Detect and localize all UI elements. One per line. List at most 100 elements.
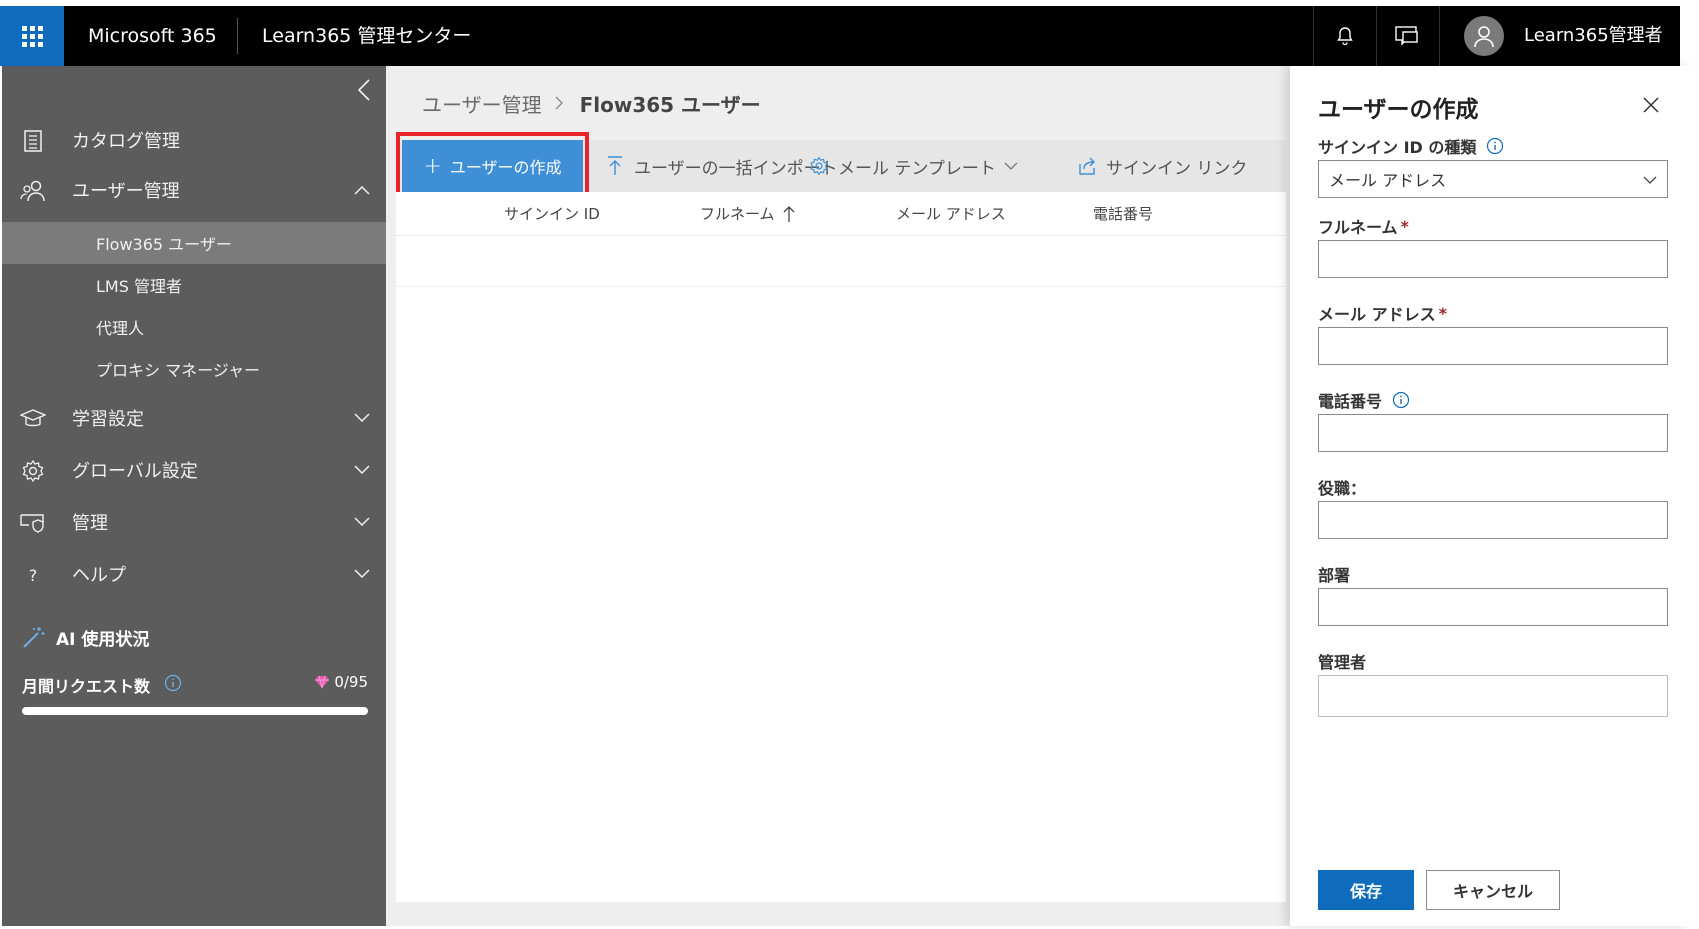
notifications-button[interactable]: [1316, 6, 1374, 66]
create-user-panel: ユーザーの作成 サインイン ID の種類 メール アドレス フルネーム * メール…: [1290, 66, 1690, 926]
sidebar-subitem-flow365-users[interactable]: Flow365 ユーザー: [2, 222, 386, 264]
monthly-requests-row: 月間リクエスト数 0/95: [22, 671, 368, 697]
save-button[interactable]: 保存: [1318, 870, 1414, 910]
fullname-label: フルネーム *: [1318, 214, 1409, 238]
column-header-signin-id[interactable]: サインイン ID: [504, 192, 600, 236]
sidebar-item-global-settings[interactable]: グローバル設定: [2, 444, 386, 496]
chevron-right-icon: [554, 96, 568, 110]
role-input[interactable]: [1319, 502, 1667, 538]
chevron-down-icon: [354, 514, 370, 530]
share-icon: [1076, 155, 1098, 177]
highlight-box: [396, 132, 589, 200]
mail-template-button[interactable]: メール テンプレート: [808, 140, 1018, 192]
ai-usage-section: AI 使用状況: [22, 622, 149, 652]
account-name[interactable]: Learn365管理者: [1524, 6, 1663, 66]
graduation-cap-icon: [20, 406, 46, 432]
app-root: Microsoft 365 Learn365 管理センター Learn365管理…: [0, 0, 1699, 929]
sidebar-subitem-label: 代理人: [96, 319, 145, 338]
sidebar-item-learning-settings[interactable]: 学習設定: [2, 392, 386, 444]
column-header-label: 電話番号: [1093, 205, 1154, 223]
department-input[interactable]: [1319, 589, 1667, 625]
main-content: ユーザー管理 Flow365 ユーザー + ユーザーの作成 ユーザーの一括インポ…: [386, 66, 1290, 926]
department-field[interactable]: [1318, 588, 1668, 626]
table-row: [396, 237, 1286, 287]
signin-type-value: メール アドレス: [1329, 171, 1447, 190]
sort-ascending-icon: [783, 206, 795, 222]
sidebar-item-help[interactable]: ? ヘルプ: [2, 548, 386, 600]
sidebar-item-label: グローバル設定: [72, 461, 198, 482]
upload-icon: [604, 155, 626, 177]
question-icon: ?: [28, 565, 38, 585]
fullname-input[interactable]: [1319, 241, 1667, 277]
sidebar-subitem-lms-admins[interactable]: LMS 管理者: [2, 264, 386, 306]
field-label-text: サインイン ID の種類: [1318, 138, 1477, 157]
users-icon: [20, 178, 46, 204]
email-field[interactable]: [1318, 327, 1668, 365]
sidebar-subitem-label: LMS 管理者: [96, 277, 182, 296]
role-field[interactable]: [1318, 501, 1668, 539]
column-header-label: フルネーム: [700, 205, 775, 223]
sidebar-subitem-proxy-managers[interactable]: プロキシ マネージャー: [2, 348, 386, 390]
app-launcher-button[interactable]: [0, 6, 64, 66]
field-label-text: 電話番号: [1318, 392, 1383, 411]
sidebar-item-label: 学習設定: [72, 409, 144, 430]
bell-icon: [1337, 27, 1353, 46]
bulk-import-button[interactable]: ユーザーの一括インポート: [604, 140, 838, 192]
signin-type-select[interactable]: メール アドレス: [1318, 160, 1668, 198]
feedback-button[interactable]: [1378, 6, 1436, 66]
phone-label: 電話番号: [1318, 388, 1410, 412]
column-header-label: サインイン ID: [504, 205, 600, 223]
sidebar-item-users[interactable]: ユーザー管理: [2, 164, 386, 216]
monthly-requests-label: 月間リクエスト数: [22, 677, 151, 696]
fullname-field[interactable]: [1318, 240, 1668, 278]
signin-link-button[interactable]: サインイン リンク: [1076, 140, 1247, 192]
ai-usage-label: AI 使用状況: [56, 629, 150, 650]
field-label-text: フルネーム: [1318, 218, 1398, 237]
info-icon[interactable]: [1392, 391, 1410, 409]
manager-input[interactable]: [1319, 676, 1667, 716]
avatar[interactable]: [1464, 16, 1504, 56]
required-marker: *: [1438, 303, 1447, 323]
field-label-text: 役職：: [1318, 479, 1367, 498]
column-header-fullname[interactable]: フルネーム: [700, 192, 795, 236]
info-icon[interactable]: [1486, 137, 1504, 155]
sidebar-subitem-label: Flow365 ユーザー: [96, 235, 232, 254]
column-header-email[interactable]: メール アドレス: [896, 192, 1006, 236]
mail-template-label: メール テンプレート: [838, 158, 996, 179]
collapse-sidebar-button[interactable]: [352, 76, 376, 104]
info-icon[interactable]: [164, 674, 182, 692]
gear-icon: [808, 155, 830, 177]
signin-type-label: サインイン ID の種類: [1318, 134, 1504, 158]
chevron-down-icon: [354, 566, 370, 582]
chevron-down-icon: [354, 462, 370, 478]
field-label-text: 部署: [1318, 566, 1351, 585]
monthly-requests-count: 0/95: [314, 673, 368, 691]
chevron-left-icon: [357, 79, 370, 101]
breadcrumb-current: Flow365 ユーザー: [579, 92, 761, 117]
close-icon: [1643, 97, 1659, 113]
breadcrumb-parent[interactable]: ユーザー管理: [422, 89, 542, 118]
sidebar-item-admin[interactable]: 管理: [2, 496, 386, 548]
chevron-down-icon: [1004, 159, 1018, 173]
phone-input[interactable]: [1319, 415, 1667, 451]
close-panel-button[interactable]: [1640, 94, 1662, 116]
magic-wand-icon: [23, 627, 45, 648]
required-marker: *: [1400, 216, 1409, 236]
brand-link[interactable]: Microsoft 365: [88, 6, 217, 66]
sidebar-subitem-delegates[interactable]: 代理人: [2, 306, 386, 348]
admin-center-title[interactable]: Learn365 管理センター: [262, 6, 471, 66]
cancel-button[interactable]: キャンセル: [1426, 870, 1560, 910]
sidebar-item-catalog[interactable]: カタログ管理: [2, 114, 386, 166]
sidebar-item-label: 管理: [72, 513, 108, 534]
waffle-icon: [21, 25, 43, 47]
top-bar: Microsoft 365 Learn365 管理センター Learn365管理…: [0, 6, 1680, 66]
phone-field[interactable]: [1318, 414, 1668, 452]
topbar-divider: [1376, 6, 1377, 66]
column-header-phone[interactable]: 電話番号: [1093, 192, 1153, 236]
topbar-divider: [1439, 6, 1440, 66]
table-header: サインイン ID フルネーム メール アドレス 電話番号: [396, 192, 1286, 236]
sidebar-item-label: カタログ管理: [72, 131, 180, 152]
topbar-divider: [1313, 6, 1314, 66]
manager-field[interactable]: [1318, 675, 1668, 717]
email-input[interactable]: [1319, 328, 1667, 364]
